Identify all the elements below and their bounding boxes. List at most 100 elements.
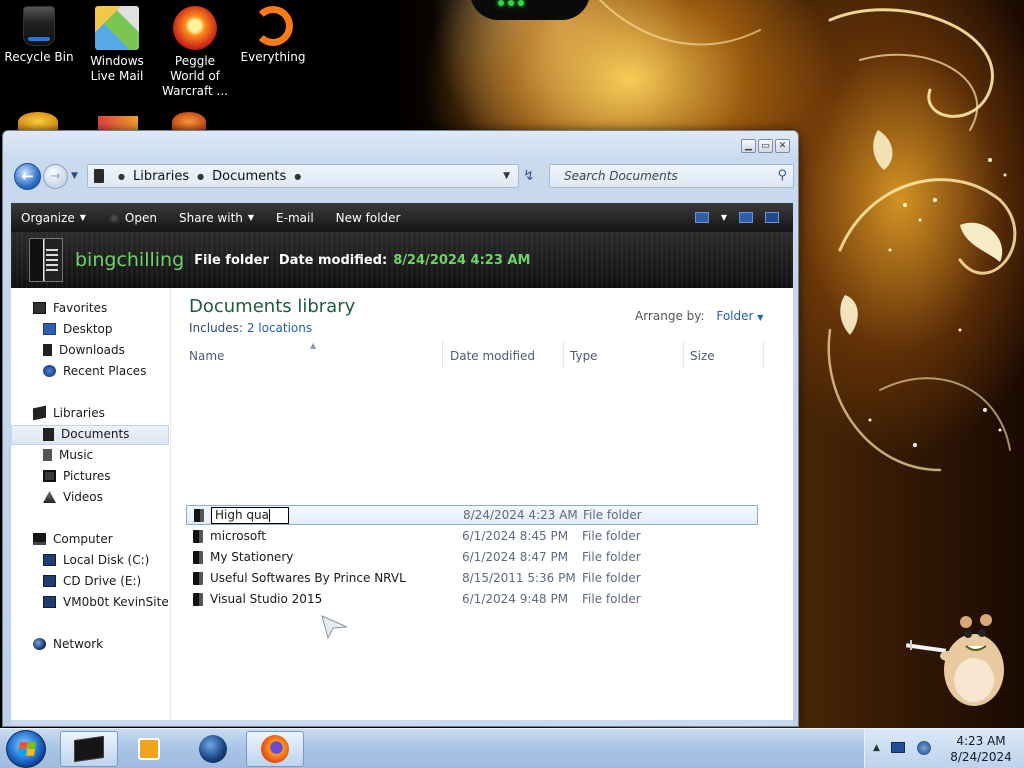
column-header-size[interactable]: Size	[684, 340, 764, 368]
explorer-window: ▁ ▭ ✕ ← → ▼ ● Libraries ● Documents ● ▼ …	[2, 130, 799, 727]
navigation-pane: Favorites Desktop Downloads Recent Place…	[11, 288, 171, 720]
globe-icon	[199, 735, 227, 763]
chevron-right-icon[interactable]: ●	[118, 172, 125, 181]
file-date-cell: 8/15/2011 5:36 PM	[462, 571, 576, 585]
system-tray: ▲ 4:23 AM 8/24/2024	[864, 729, 1024, 768]
nav-network[interactable]: Network	[33, 634, 103, 654]
desktop-icon-label: Windows Live Mail	[90, 54, 144, 83]
file-name-cell: microsoft	[210, 529, 266, 543]
chevron-down-icon: ▼	[247, 213, 255, 222]
file-row[interactable]: My Stationery 6/1/2024 8:47 PM File fold…	[186, 547, 758, 567]
forward-button[interactable]: →	[43, 164, 68, 189]
maximize-button[interactable]: ▭	[758, 139, 773, 153]
show-hidden-icons-icon[interactable]: ▲	[873, 743, 880, 753]
desktop-icon-partial[interactable]	[18, 112, 58, 132]
recent-pages-dropdown[interactable]: ▼	[71, 171, 78, 181]
content-area: Favorites Desktop Downloads Recent Place…	[11, 288, 793, 720]
computer-icon	[33, 533, 46, 545]
nav-music[interactable]: Music	[43, 445, 93, 465]
close-button[interactable]: ✕	[775, 139, 790, 153]
column-header-date[interactable]: Date modified	[444, 340, 564, 368]
email-button[interactable]: E-mail	[266, 203, 326, 232]
network-status-icon[interactable]	[917, 741, 931, 755]
clock[interactable]: 4:23 AM 8/24/2024	[941, 733, 1021, 765]
change-view-icon[interactable]	[694, 212, 709, 223]
organize-button[interactable]: Organize ▼	[11, 203, 98, 232]
open-label: Open	[124, 210, 157, 225]
preview-pane-icon[interactable]	[739, 212, 753, 223]
text-caret	[268, 508, 270, 522]
chevron-right-icon[interactable]: ●	[197, 172, 204, 181]
view-options-dropdown[interactable]: ▼	[721, 213, 727, 222]
nav-local-disk[interactable]: Local Disk (C:)	[43, 550, 149, 570]
nav-network-drive[interactable]: VM0b0t KevinSite	[43, 592, 169, 612]
nav-cd-drive[interactable]: CD Drive (E:)	[43, 571, 141, 591]
file-type-cell: File folder	[582, 592, 641, 606]
file-row[interactable]: microsoft 6/1/2024 8:45 PM File folder	[186, 526, 758, 546]
desktop-icon-windows-live-mail[interactable]: Windows Live Mail	[78, 0, 156, 84]
minimize-button[interactable]: ▁	[741, 139, 756, 153]
nav-pictures[interactable]: Pictures	[43, 466, 111, 486]
file-name-cell: My Stationery	[210, 550, 294, 564]
everything-icon	[253, 6, 293, 46]
nav-label: Desktop	[63, 322, 113, 336]
arrange-by-dropdown[interactable]: Folder	[716, 309, 753, 323]
network-icon	[33, 638, 46, 650]
start-button[interactable]	[6, 730, 46, 768]
back-button[interactable]: ←	[14, 163, 41, 190]
open-button[interactable]: Open	[98, 203, 169, 232]
search-input[interactable]: Search Documents ⚲	[549, 164, 794, 188]
search-icon[interactable]: ⚲	[777, 168, 787, 183]
led-indicator	[498, 0, 504, 6]
nav-label: Local Disk (C:)	[63, 553, 150, 567]
desktop-icon-recycle-bin[interactable]: Recycle Bin	[0, 0, 78, 65]
address-dropdown-icon[interactable]: ▼	[503, 171, 510, 181]
share-with-label: Share with	[178, 210, 243, 225]
display-icon[interactable]	[891, 742, 905, 753]
open-icon	[107, 211, 120, 224]
file-name-cell: High qua	[211, 506, 463, 524]
taskbar-firefox[interactable]	[246, 731, 304, 767]
library-locations-link[interactable]: 2 locations	[247, 321, 312, 335]
arrange-by: Arrange by: Folder ▼	[635, 309, 763, 323]
nav-downloads[interactable]: Downloads	[43, 340, 125, 360]
nav-libraries[interactable]: Libraries	[33, 403, 105, 423]
nav-recent-places[interactable]: Recent Places	[43, 361, 146, 381]
taskbar: ▲ 4:23 AM 8/24/2024	[0, 728, 1024, 768]
help-icon[interactable]	[765, 212, 779, 223]
file-row[interactable]: High qua 8/24/2024 4:23 AM File folder	[186, 505, 758, 525]
chevron-down-icon[interactable]: ▼	[757, 313, 763, 322]
file-type-cell: File folder	[582, 529, 641, 543]
folder-icon	[194, 508, 204, 522]
chevron-right-icon[interactable]: ●	[294, 172, 301, 181]
breadcrumb-libraries[interactable]: Libraries	[133, 169, 189, 184]
taskbar-media-player[interactable]	[120, 731, 178, 767]
nav-label: VM0b0t KevinSite	[63, 595, 169, 609]
taskbar-explorer[interactable]	[60, 731, 118, 767]
file-row[interactable]: Visual Studio 2015 6/1/2024 9:48 PM File…	[186, 589, 758, 609]
file-name-cell: Useful Softwares By Prince NRVL	[210, 571, 406, 585]
new-folder-button[interactable]: New folder	[326, 203, 413, 232]
nav-favorites[interactable]: Favorites	[33, 298, 107, 318]
desktop-icon-everything[interactable]: Everything	[234, 0, 312, 65]
windows-live-mail-icon	[95, 6, 139, 50]
selected-item-name: bingchilling	[75, 249, 185, 271]
desktop-icon-peggle[interactable]: Peggle World of Warcraft ...	[156, 0, 234, 99]
desktop-icon-partial[interactable]	[172, 112, 206, 132]
nav-desktop[interactable]: Desktop	[43, 319, 113, 339]
folder-icon	[193, 550, 203, 564]
share-with-button[interactable]: Share with ▼	[169, 203, 266, 232]
rename-input[interactable]: High qua	[211, 506, 289, 524]
selected-item-type: File folder	[194, 252, 269, 268]
nav-videos[interactable]: Videos	[43, 487, 103, 507]
nav-computer[interactable]: Computer	[33, 529, 113, 549]
breadcrumb-documents[interactable]: Documents	[212, 169, 286, 184]
file-row[interactable]: Useful Softwares By Prince NRVL 8/15/201…	[186, 568, 758, 588]
file-name-cell: Visual Studio 2015	[210, 592, 323, 606]
taskbar-globe-app[interactable]	[184, 731, 242, 767]
refresh-icon[interactable]: ↯	[523, 168, 535, 184]
nav-documents[interactable]: Documents	[43, 424, 129, 444]
address-bar[interactable]: ● Libraries ● Documents ● ▼	[87, 164, 519, 188]
column-header-type[interactable]: Type	[564, 340, 684, 368]
file-date-cell: 6/1/2024 9:48 PM	[462, 592, 569, 606]
